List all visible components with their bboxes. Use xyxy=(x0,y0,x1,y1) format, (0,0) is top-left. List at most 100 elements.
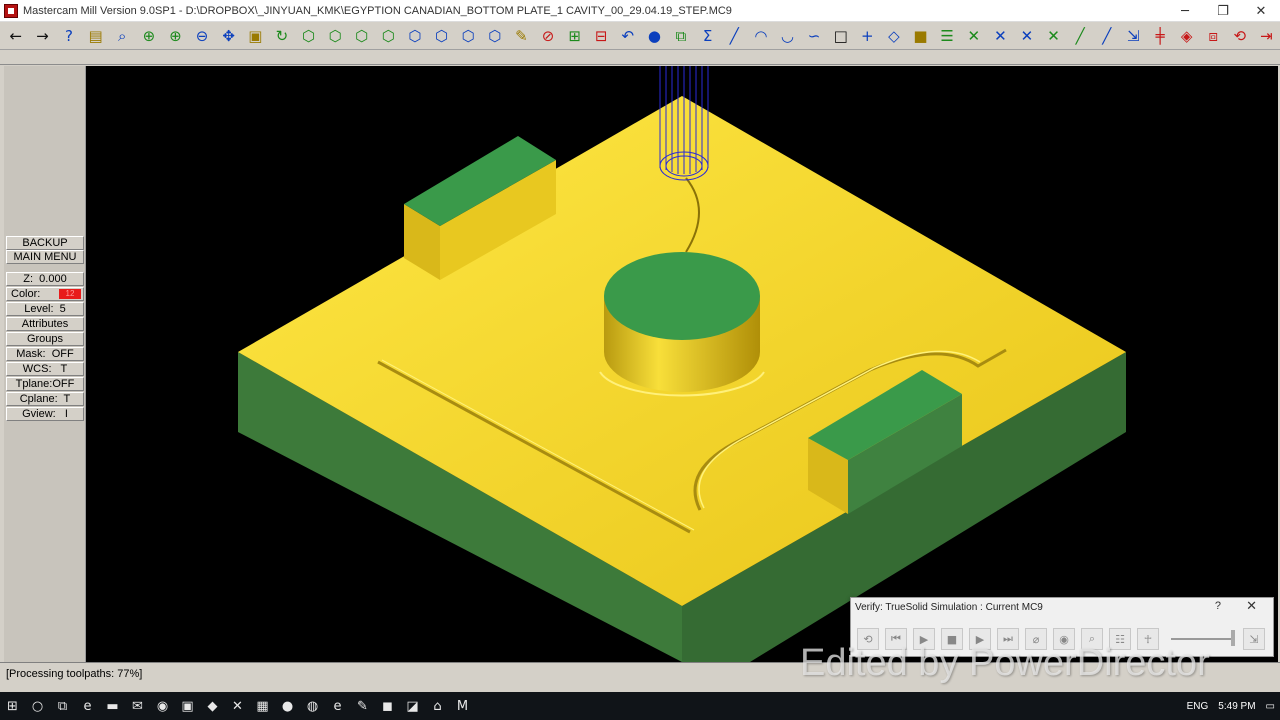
chrome-icon[interactable]: ◉ xyxy=(151,694,175,718)
clock[interactable]: 5:49 PM xyxy=(1218,701,1255,712)
solid-icon[interactable]: ■ xyxy=(908,23,934,49)
calculator-icon[interactable]: ▦ xyxy=(251,694,275,718)
app-circle-icon[interactable]: ● xyxy=(276,694,300,718)
group-icon[interactable]: ⧉ xyxy=(668,23,694,49)
cube-4-icon[interactable]: ⬡ xyxy=(482,23,508,49)
notepad-icon[interactable]: ▤ xyxy=(83,23,109,49)
plane-icon[interactable]: ◇ xyxy=(881,23,907,49)
fit-screen-icon[interactable]: ▣ xyxy=(242,23,268,49)
mastercam-taskbar-icon[interactable]: M xyxy=(451,694,475,718)
join-icon[interactable]: ⇲ xyxy=(1121,23,1147,49)
mirror-icon[interactable]: ⊟ xyxy=(588,23,614,49)
language-indicator[interactable]: ENG xyxy=(1187,701,1209,712)
ie-icon[interactable]: e xyxy=(326,694,350,718)
wcs-button[interactable]: WCS: T xyxy=(6,362,84,376)
repaint-icon[interactable]: ↻ xyxy=(269,23,295,49)
solid-model-render xyxy=(238,66,1126,662)
window-title: Mastercam Mill Version 9.0SP1 - D:\DROPB… xyxy=(23,4,732,17)
minimize-button[interactable]: ─ xyxy=(1166,0,1204,22)
mask-button[interactable]: Mask: OFF xyxy=(6,347,84,361)
app-yellow-icon[interactable]: ◪ xyxy=(401,694,425,718)
sphere-icon[interactable]: ● xyxy=(642,23,668,49)
trim-4-icon[interactable]: ✕ xyxy=(1041,23,1067,49)
level-button[interactable]: Level: 5 xyxy=(6,302,84,316)
z-depth-button[interactable]: Z: 0.000 xyxy=(6,272,84,286)
verify-speed-slider[interactable] xyxy=(1171,638,1235,640)
fillet-icon[interactable]: ◡ xyxy=(775,23,801,49)
view-front-icon[interactable]: ⬡ xyxy=(322,23,348,49)
zoom-window-icon[interactable]: ⊕ xyxy=(136,23,162,49)
file-explorer-icon[interactable]: ▬ xyxy=(101,694,125,718)
eraser-icon[interactable]: ✎ xyxy=(509,23,535,49)
verify-exit-icon[interactable]: ⇲ xyxy=(1243,628,1265,650)
sum-icon[interactable]: Σ xyxy=(695,23,721,49)
help-icon[interactable]: ? xyxy=(56,23,82,49)
arc-icon[interactable]: ◠ xyxy=(748,23,774,49)
offset-icon[interactable]: ◈ xyxy=(1174,23,1200,49)
app-green-icon[interactable]: ▣ xyxy=(176,694,200,718)
rectangle-icon[interactable]: □ xyxy=(828,23,854,49)
attributes-button[interactable]: Attributes xyxy=(6,317,84,331)
spline-icon[interactable]: ∽ xyxy=(801,23,827,49)
title-bar: Mastercam Mill Version 9.0SP1 - D:\DROPB… xyxy=(0,0,1280,22)
close-button[interactable]: ✕ xyxy=(1242,0,1280,22)
view-top-icon[interactable]: ⬡ xyxy=(296,23,322,49)
color-button[interactable]: Color: 12 xyxy=(6,287,84,301)
transform-icon[interactable]: ⊞ xyxy=(562,23,588,49)
zoom-out-icon[interactable]: ⊖ xyxy=(189,23,215,49)
app-blue-icon[interactable]: ◆ xyxy=(201,694,225,718)
main-menu-button[interactable]: MAIN MENU xyxy=(6,250,84,264)
verify-close-button[interactable]: ✕ xyxy=(1246,599,1257,614)
extend-icon[interactable]: ╱ xyxy=(1067,23,1093,49)
cplane-button[interactable]: Cplane: T xyxy=(6,392,84,406)
no-entry-icon[interactable]: ⊘ xyxy=(535,23,561,49)
app-x-icon[interactable]: ✕ xyxy=(226,694,250,718)
analyze-icon[interactable]: ⌕ xyxy=(109,23,135,49)
notifications-icon[interactable]: ▭ xyxy=(1266,701,1275,712)
windows-start-icon[interactable]: ⊞ xyxy=(1,694,25,718)
trim-1-icon[interactable]: ✕ xyxy=(961,23,987,49)
main-toolbar: ← →? ▤ ⌕ ⊕ ⊕ ⊖ ✥ ▣ ↻ ⬡ ⬡ ⬡ ⬡ ⬡ ⬡ ⬡ ⬡ ✎ ⊘ ⊞ ⊟ ↶ ● ⧉ Σ ╱ ◠ ◡ ∽ □ + ◇ ■ ☰ ✕ ✕ ✕ ✕… xyxy=(0,22,1280,50)
color-swatch: 12 xyxy=(59,289,81,299)
restore-button[interactable]: ❐ xyxy=(1204,0,1242,22)
back-arrow-icon[interactable]: ← xyxy=(3,23,29,49)
app-blue2-icon[interactable]: ◍ xyxy=(301,694,325,718)
levels-icon[interactable]: ☰ xyxy=(934,23,960,49)
cube-2-icon[interactable]: ⬡ xyxy=(429,23,455,49)
powerdirector-watermark: Edited by PowerDirector xyxy=(800,642,1210,684)
search-icon[interactable]: ○ xyxy=(26,694,50,718)
trim-3-icon[interactable]: ✕ xyxy=(1014,23,1040,49)
backup-button[interactable]: BACKUP xyxy=(6,236,84,250)
pan-icon[interactable]: ✥ xyxy=(216,23,242,49)
verify-speed-thumb[interactable] xyxy=(1231,630,1235,646)
forward-arrow-icon[interactable]: → xyxy=(30,23,56,49)
tplane-button[interactable]: Tplane:OFF xyxy=(6,377,84,391)
cube-3-icon[interactable]: ⬡ xyxy=(455,23,481,49)
verify-help-button[interactable]: ? xyxy=(1215,600,1221,612)
view-iso-icon[interactable]: ⬡ xyxy=(376,23,402,49)
view-side-icon[interactable]: ⬡ xyxy=(349,23,375,49)
split-icon[interactable]: ╪ xyxy=(1147,23,1173,49)
point-icon[interactable]: + xyxy=(855,23,881,49)
gview-button[interactable]: Gview: I xyxy=(6,407,84,421)
window-controls: ─ ❐ ✕ xyxy=(1166,0,1280,22)
task-view-icon[interactable]: ⧉ xyxy=(51,694,75,718)
break-icon[interactable]: ╱ xyxy=(1094,23,1120,49)
trim-2-icon[interactable]: ✕ xyxy=(988,23,1014,49)
undo-icon[interactable]: ↶ xyxy=(615,23,641,49)
toolbar-separator xyxy=(0,51,1280,65)
edge-icon[interactable]: e xyxy=(76,694,100,718)
cube-1-icon[interactable]: ⬡ xyxy=(402,23,428,49)
groups-button[interactable]: Groups xyxy=(6,332,84,346)
mail-icon[interactable]: ✉ xyxy=(126,694,150,718)
zoom-in-icon[interactable]: ⊕ xyxy=(163,23,189,49)
line-icon[interactable]: ╱ xyxy=(721,23,747,49)
app-window: Mastercam Mill Version 9.0SP1 - D:\DROPB… xyxy=(0,0,1280,720)
graphics-viewport[interactable] xyxy=(86,66,1278,662)
app-feather-icon[interactable]: ✎ xyxy=(351,694,375,718)
app-red-icon[interactable]: ◼ xyxy=(376,694,400,718)
end-icon[interactable]: ⇥ xyxy=(1254,23,1280,49)
copy-icon[interactable]: ⧈ xyxy=(1200,23,1226,49)
rotate-icon[interactable]: ⟲ xyxy=(1227,23,1253,49)
app-cyan-icon[interactable]: ⌂ xyxy=(426,694,450,718)
